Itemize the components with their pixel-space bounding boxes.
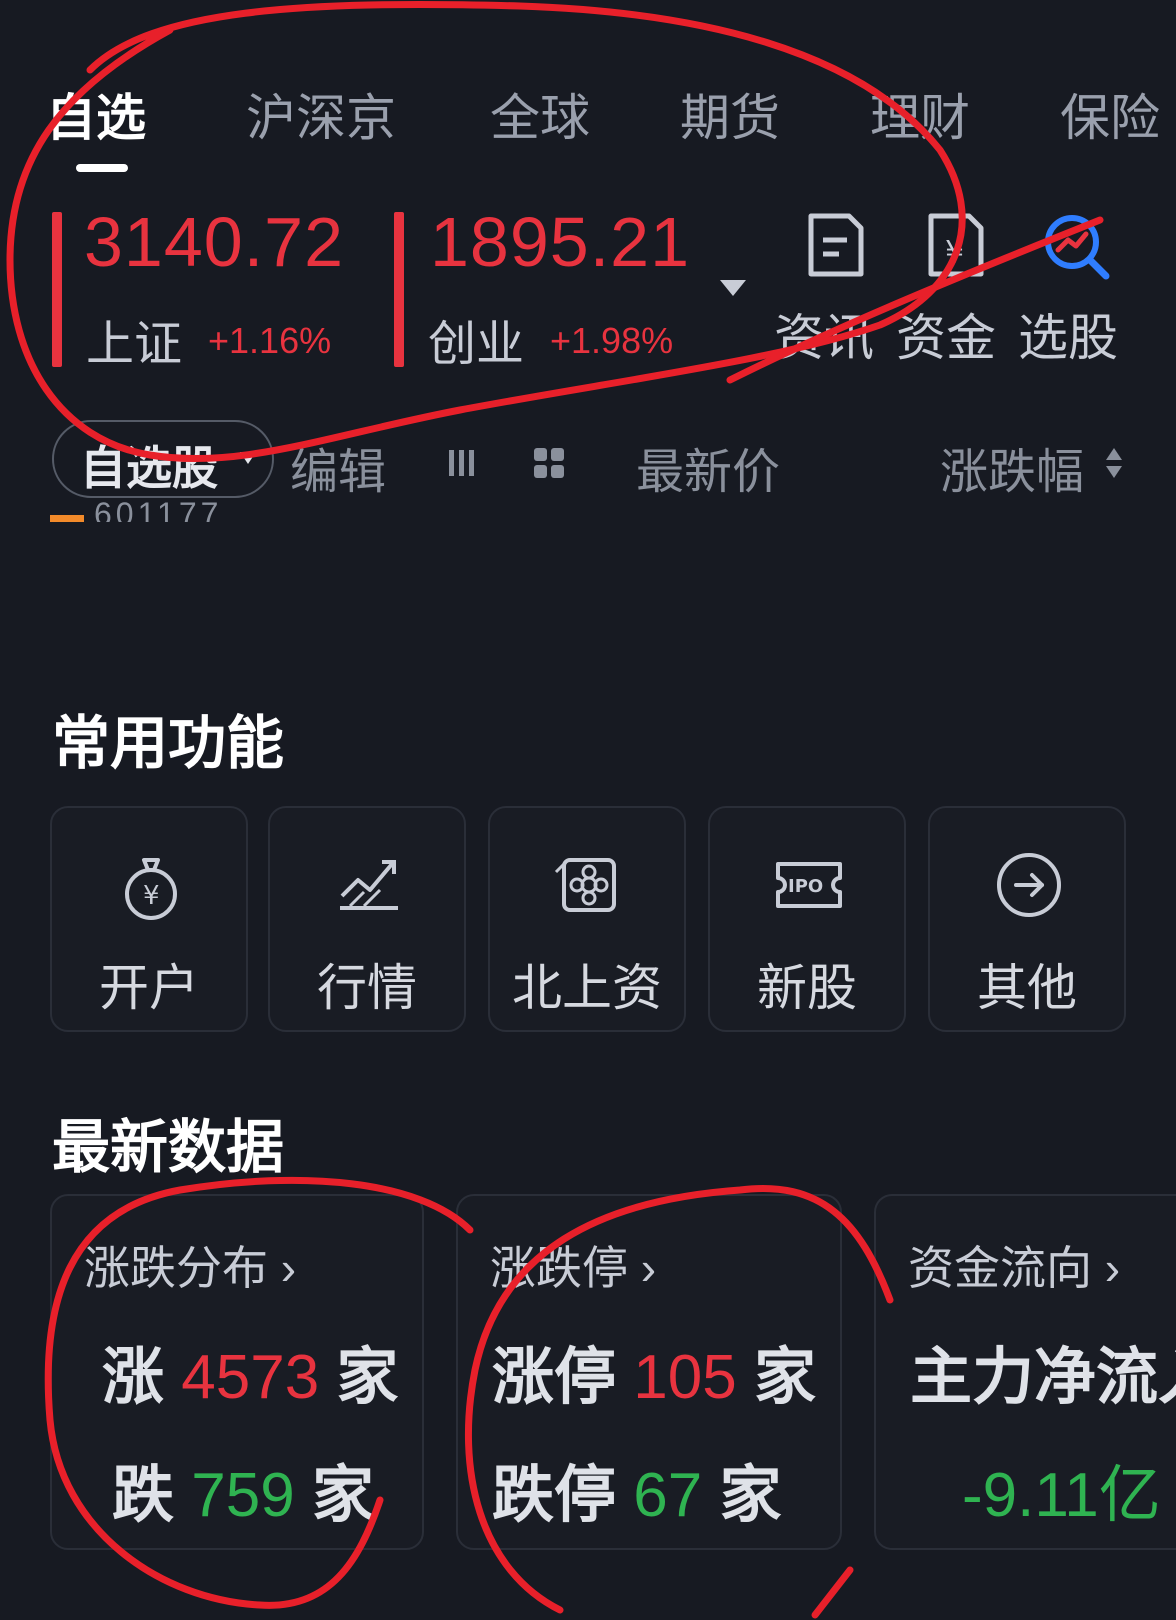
- function-label: 其他: [977, 960, 1077, 1016]
- caret-down-icon: [240, 452, 256, 464]
- tab-watchlist[interactable]: 自选: [46, 78, 146, 150]
- news-icon: [808, 213, 864, 277]
- index-value: 3140.72: [84, 203, 345, 281]
- tab-insurance[interactable]: 保险: [1060, 78, 1160, 150]
- chevron-right-icon: ›: [280, 1242, 297, 1294]
- watchlist-group-selector[interactable]: 自选股: [52, 420, 274, 498]
- tab-global[interactable]: 全球: [490, 78, 590, 150]
- function-market[interactable]: 行情: [268, 806, 466, 1032]
- card-title: 资金流向 ›: [908, 1242, 1121, 1294]
- chevron-right-icon: ›: [1104, 1242, 1121, 1294]
- funds-icon: ¥: [928, 213, 984, 277]
- tab-futures[interactable]: 期货: [680, 78, 780, 150]
- stock-picker-icon: [1045, 215, 1110, 280]
- limit-down-row: 跌停 67 家: [492, 1461, 782, 1530]
- tab-shanghai-shenzhen-beijing[interactable]: 沪深京: [246, 78, 396, 150]
- watchlist-group-label: 自选股: [80, 442, 218, 494]
- funds-label: 资金: [896, 310, 996, 366]
- column-latest-price[interactable]: 最新价: [636, 432, 780, 502]
- stock-code-partial: 601177: [94, 496, 223, 522]
- function-label: 新股: [757, 960, 857, 1016]
- stock-picker-label: 选股: [1018, 310, 1118, 366]
- northbound-icon: [554, 858, 616, 912]
- money-bag-icon: ¥: [125, 858, 177, 920]
- market-tag-mark: [50, 515, 84, 522]
- common-functions-title: 常用功能: [52, 711, 285, 776]
- active-tab-indicator: [76, 164, 128, 172]
- edit-button[interactable]: 编辑: [290, 432, 386, 502]
- stock-picker-button[interactable]: [1016, 210, 1136, 287]
- tab-wealth[interactable]: 理财: [870, 78, 970, 150]
- index-accent-bar: [52, 212, 62, 367]
- arrow-circle-icon: [997, 853, 1061, 917]
- latest-data-title: 最新数据: [52, 1115, 285, 1180]
- svg-text:¥: ¥: [143, 881, 160, 911]
- capital-flow-card[interactable]: 资金流向 › 主力净流入 -9.11亿: [874, 1194, 1176, 1550]
- card-title: 涨跌停 ›: [490, 1242, 657, 1294]
- index-name: 创业: [428, 318, 525, 371]
- ipo-ticket-icon: IPO: [776, 862, 842, 908]
- function-open-account[interactable]: ¥ 开户: [50, 806, 248, 1032]
- svg-text:IPO: IPO: [788, 876, 823, 897]
- function-others[interactable]: 其他: [928, 806, 1126, 1032]
- function-new-stocks[interactable]: IPO 新股: [708, 806, 906, 1032]
- index-value: 1895.21: [430, 203, 691, 281]
- limit-up-down-card[interactable]: 涨跌停 › 涨停 105 家 跌停 67 家: [456, 1194, 842, 1550]
- index-accent-bar: [394, 212, 404, 367]
- index-change: +1.16%: [208, 320, 332, 361]
- main-net-inflow-value: -9.11亿: [962, 1461, 1161, 1530]
- news-button[interactable]: [776, 210, 896, 285]
- fall-count-row: 跌 759 家: [112, 1461, 374, 1530]
- function-label: 北上资: [512, 960, 662, 1016]
- sort-icon[interactable]: [1104, 444, 1124, 482]
- rise-fall-distribution-card[interactable]: 涨跌分布 › 涨 4573 家 跌 759 家: [50, 1194, 424, 1550]
- funds-button[interactable]: ¥: [896, 210, 1016, 285]
- grid-view-icon[interactable]: [532, 446, 566, 480]
- column-view-icon[interactable]: [446, 446, 476, 480]
- function-label: 开户: [99, 960, 199, 1016]
- news-label: 资讯: [774, 310, 874, 366]
- svg-text:¥: ¥: [945, 235, 964, 270]
- main-net-inflow-label: 主力净流入: [910, 1343, 1176, 1412]
- function-label: 行情: [317, 960, 417, 1016]
- chevron-down-icon[interactable]: [718, 278, 748, 298]
- trend-chart-icon: [340, 860, 398, 910]
- column-change-percent[interactable]: 涨跌幅: [940, 432, 1084, 502]
- card-title: 涨跌分布 ›: [84, 1242, 297, 1294]
- index-name: 上证: [86, 318, 183, 371]
- limit-up-row: 涨停 105 家: [492, 1343, 816, 1412]
- rise-count-row: 涨 4573 家: [102, 1343, 399, 1412]
- annotation-bottom-tick: [811, 1566, 854, 1619]
- chevron-right-icon: ›: [640, 1242, 657, 1294]
- index-change: +1.98%: [550, 320, 674, 361]
- function-northbound[interactable]: 北上资: [488, 806, 686, 1032]
